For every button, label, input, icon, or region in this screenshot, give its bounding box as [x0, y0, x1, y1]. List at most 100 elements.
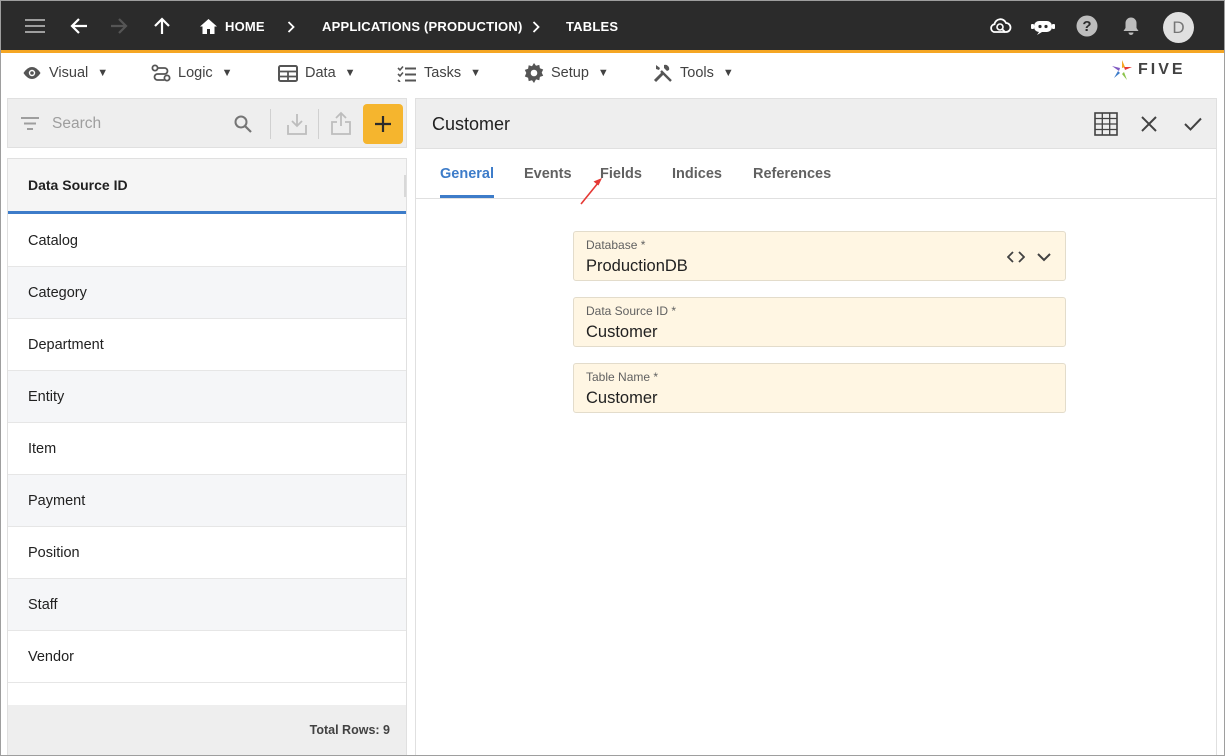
database-field-label: Database *	[586, 238, 646, 252]
list-item-label: Staff	[28, 596, 58, 613]
code-brackets-icon[interactable]	[1006, 247, 1026, 267]
list-item[interactable]: Payment	[8, 475, 406, 527]
menu-tools-label: Tools	[680, 65, 714, 81]
menu-tools[interactable]: Tools ▼	[653, 56, 734, 90]
list-item-label: Category	[28, 284, 87, 301]
caret-down-icon: ▼	[722, 67, 734, 79]
logic-flow-icon	[151, 64, 171, 82]
breadcrumb-applications[interactable]: APPLICATIONS (PRODUCTION)	[322, 0, 522, 53]
up-arrow-icon[interactable]	[145, 9, 179, 43]
chevron-right-icon	[287, 0, 295, 53]
menu-logic[interactable]: Logic ▼	[151, 56, 233, 90]
list-item[interactable]: Position	[8, 527, 406, 579]
avatar-initial: D	[1172, 17, 1185, 37]
save-check-icon[interactable]	[1178, 109, 1208, 139]
menu-tasks[interactable]: Tasks ▼	[397, 56, 481, 90]
column-resize-handle[interactable]	[404, 175, 406, 197]
gear-icon	[524, 63, 544, 83]
table-name-field-label: Table Name *	[586, 370, 659, 384]
list-toolbar	[7, 98, 407, 148]
menu-data-label: Data	[305, 65, 336, 81]
table-name-field[interactable]: Table Name * Customer	[573, 363, 1066, 413]
menu-setup-label: Setup	[551, 65, 589, 81]
list-item-label: Department	[28, 336, 104, 353]
list-item[interactable]: Category	[8, 267, 406, 319]
list-item[interactable]: Item	[8, 423, 406, 475]
menu-setup[interactable]: Setup ▼	[524, 56, 609, 90]
list-rows: Catalog Category Department Entity Item …	[8, 215, 406, 683]
list-item-label: Entity	[28, 388, 65, 405]
list-item[interactable]: Staff	[8, 579, 406, 631]
menu-logic-label: Logic	[178, 65, 213, 81]
caret-down-icon: ▼	[470, 67, 481, 79]
export-icon[interactable]	[329, 109, 353, 137]
tab-general[interactable]: General	[440, 149, 494, 198]
menu-tasks-label: Tasks	[424, 65, 462, 81]
forward-arrow-icon[interactable]	[102, 9, 136, 43]
list-item-label: Position	[28, 544, 80, 561]
breadcrumb-tables-label: TABLES	[566, 19, 619, 34]
toolbar-divider	[270, 109, 271, 139]
list-item[interactable]: Department	[8, 319, 406, 371]
tab-events-label: Events	[524, 165, 572, 182]
plus-icon	[375, 116, 391, 132]
toolbar-divider	[318, 109, 319, 139]
tab-general-label: General	[440, 165, 494, 182]
import-icon[interactable]	[285, 111, 309, 137]
menu-data[interactable]: Data ▼	[278, 56, 356, 90]
tab-fields-label: Fields	[600, 165, 642, 182]
tab-indices[interactable]: Indices	[672, 149, 722, 198]
menu-icon[interactable]	[18, 9, 52, 43]
avatar[interactable]: D	[1163, 12, 1194, 43]
five-logo-text: FIVE	[1138, 61, 1186, 78]
add-record-button[interactable]	[363, 104, 403, 144]
menu-visual[interactable]: Visual ▼	[22, 56, 108, 90]
search-icon[interactable]	[232, 113, 254, 135]
list-item[interactable]: Vendor	[8, 631, 406, 683]
list-item[interactable]: Entity	[8, 371, 406, 423]
data-source-id-field-value: Customer	[586, 323, 658, 341]
tab-events[interactable]: Events	[524, 149, 572, 198]
svg-text:?: ?	[1082, 18, 1091, 35]
list-footer-total-rows: Total Rows: 9	[8, 705, 406, 755]
breadcrumb-tables[interactable]: TABLES	[566, 0, 618, 53]
notification-bell-icon[interactable]	[1114, 9, 1148, 43]
left-list-panel: Data Source ID Catalog Category Departme…	[7, 98, 407, 756]
grid-view-icon[interactable]	[1091, 109, 1121, 139]
chevron-down-icon[interactable]	[1034, 247, 1054, 267]
eye-icon	[23, 67, 41, 79]
filter-icon[interactable]	[20, 113, 40, 133]
column-header-data-source-id[interactable]: Data Source ID	[8, 159, 406, 214]
form-title: Customer	[432, 113, 511, 134]
help-icon[interactable]: ?	[1070, 9, 1104, 43]
record-form-panel: Customer General Events Fields Indices R…	[415, 98, 1217, 756]
list-item-label: Vendor	[28, 648, 74, 665]
list-item-label: Item	[28, 440, 57, 457]
breadcrumb-home-label: HOME	[225, 19, 265, 34]
form-header: Customer	[416, 99, 1216, 149]
data-source-list: Data Source ID Catalog Category Departme…	[7, 158, 407, 756]
database-field[interactable]: Database * ProductionDB	[573, 231, 1066, 281]
tab-references[interactable]: References	[753, 149, 831, 198]
tab-fields[interactable]: Fields	[600, 149, 642, 198]
list-item[interactable]: Catalog	[8, 215, 406, 267]
list-item-label: Catalog	[28, 232, 78, 249]
breadcrumb-home[interactable]: HOME	[200, 0, 265, 53]
cloud-sync-icon[interactable]	[983, 9, 1017, 43]
menu-bar: Visual ▼ Logic ▼ Data ▼ Tasks ▼ Setup ▼ …	[0, 56, 1225, 90]
data-source-id-field[interactable]: Data Source ID * Customer	[573, 297, 1066, 347]
menu-visual-label: Visual	[49, 65, 89, 81]
table-grid-icon	[278, 64, 298, 82]
chevron-right-icon	[532, 0, 540, 53]
home-icon	[200, 19, 217, 34]
caret-down-icon: ▼	[597, 67, 609, 79]
table-name-field-value: Customer	[586, 389, 658, 407]
list-item-label: Payment	[28, 492, 86, 509]
close-icon[interactable]	[1134, 109, 1164, 139]
caret-down-icon: ▼	[344, 67, 356, 79]
search-input[interactable]	[52, 109, 222, 139]
back-arrow-icon[interactable]	[62, 9, 96, 43]
caret-down-icon: ▼	[221, 67, 233, 79]
chat-bot-icon[interactable]	[1026, 9, 1060, 43]
caret-down-icon: ▼	[97, 67, 109, 79]
